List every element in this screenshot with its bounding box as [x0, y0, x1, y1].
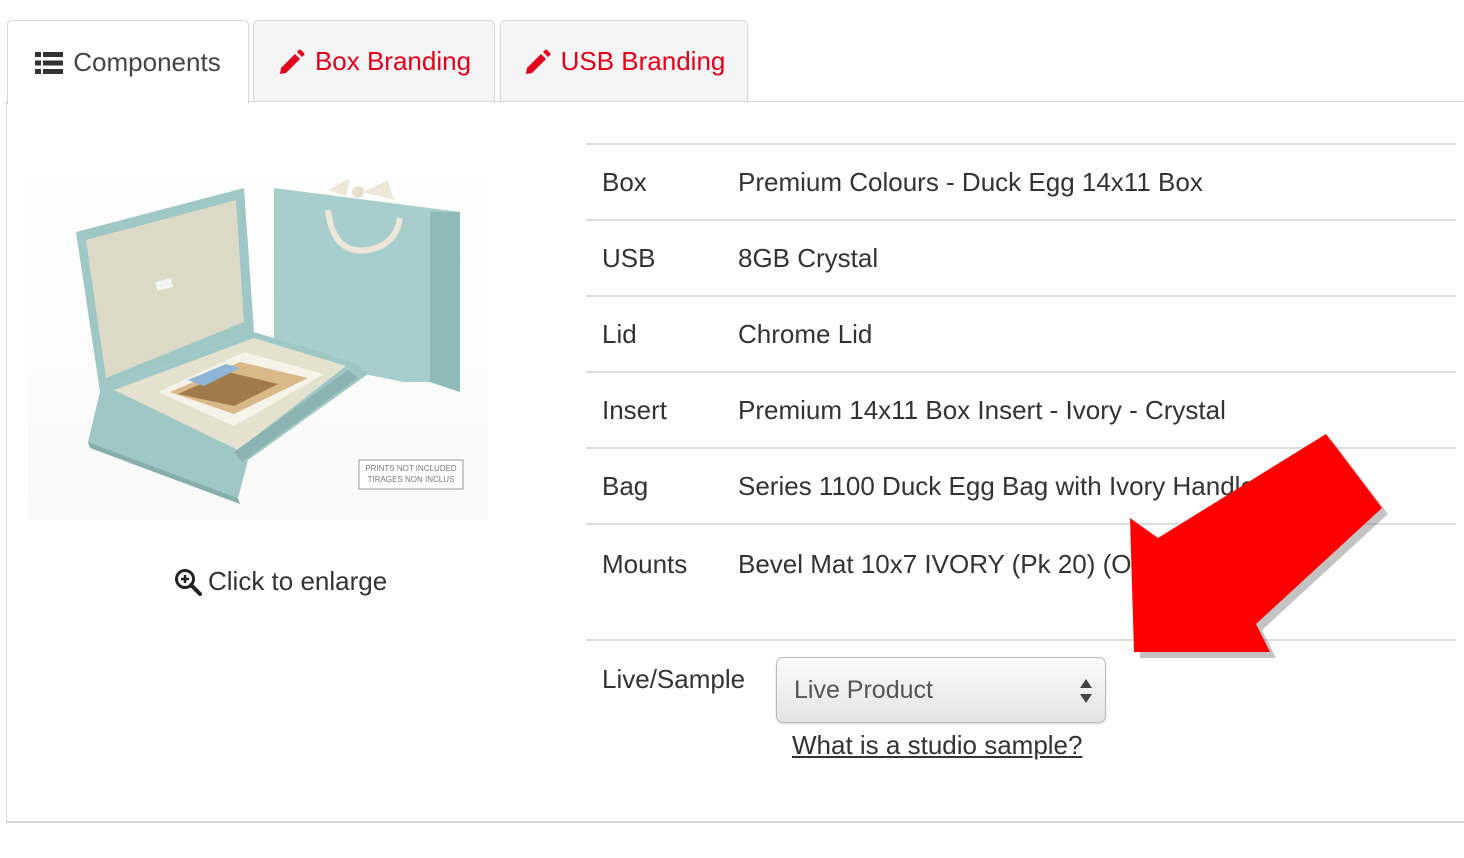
click-to-enlarge-label: Click to enlarge: [208, 566, 388, 596]
row-label: Bag: [602, 470, 649, 501]
product-image[interactable]: PRINTS NOT INCLUDED TIRAGES NON INCLUS: [28, 160, 488, 520]
table-row-box: Box Premium Colours - Duck Egg 14x11 Box: [586, 143, 1456, 219]
row-label: Box: [602, 166, 647, 197]
row-value: Chrome Lid: [738, 318, 873, 349]
tab-usb-branding[interactable]: USB Branding: [500, 20, 748, 102]
row-label: Insert: [602, 394, 668, 425]
pencil-icon: [277, 48, 305, 76]
row-value: 8GB Crystal: [738, 242, 879, 273]
print-notice-line-2: TIRAGES NON INCLUS: [368, 475, 455, 484]
tab-components-label: Components: [73, 47, 221, 77]
tab-box-branding-label: Box Branding: [314, 46, 472, 76]
pencil-icon: [523, 48, 551, 76]
live-sample-select[interactable]: Live Product: [776, 657, 1106, 723]
live-sample-label: Live/Sample: [602, 664, 746, 694]
table-row-usb: USB 8GB Crystal: [586, 219, 1456, 295]
table-row-lid: Lid Chrome Lid: [586, 295, 1456, 371]
tab-components[interactable]: Components: [7, 20, 249, 104]
click-to-enlarge-link[interactable]: Click to enlarge: [174, 566, 387, 597]
row-label: Mounts: [602, 549, 688, 579]
live-sample-selected-value: Live Product: [794, 675, 933, 704]
print-notice-line-1: PRINTS NOT INCLUDED: [365, 464, 457, 473]
list-icon: [35, 51, 64, 75]
tab-usb-branding-label: USB Branding: [560, 46, 726, 76]
row-label: Lid: [602, 318, 637, 349]
tab-box-branding[interactable]: Box Branding: [253, 20, 495, 102]
row-label: USB: [602, 242, 656, 273]
studio-sample-help-link[interactable]: What is a studio sample?: [792, 730, 1082, 761]
row-value: Premium Colours - Duck Egg 14x11 Box: [738, 166, 1203, 197]
select-arrows-icon: [1079, 676, 1093, 713]
zoom-in-icon: [174, 568, 202, 596]
red-arrow-annotation: [1110, 420, 1410, 690]
tab-bar: Components Box Branding USB Branding: [0, 0, 1464, 104]
